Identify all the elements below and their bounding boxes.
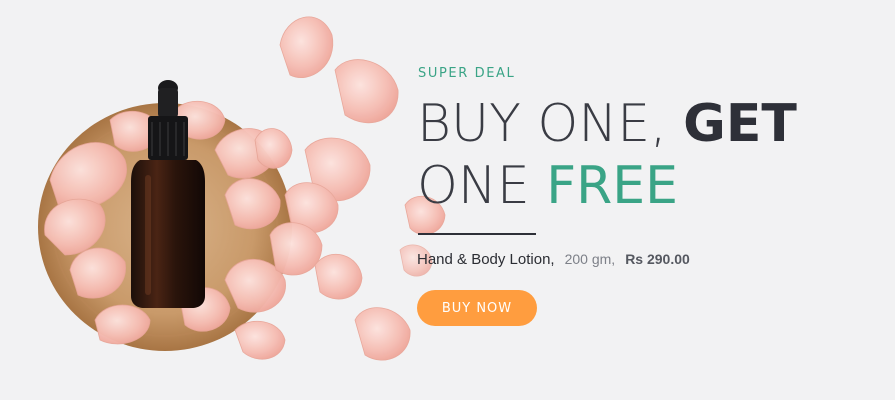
product-price: Rs 290.00 [625, 251, 690, 267]
headline-get: GET [683, 94, 797, 154]
promo-banner: SUPER DEAL BUY ONE, GET ONE FREE Hand & … [0, 0, 895, 400]
product-details: Hand & Body Lotion, 200 gm, Rs 290.00 [417, 251, 877, 268]
headline: BUY ONE, GET ONE FREE [417, 93, 877, 217]
headline-free: FREE [546, 156, 678, 216]
product-weight: 200 gm, [564, 251, 616, 267]
product-name: Hand & Body Lotion, [417, 251, 555, 268]
headline-line-1: BUY ONE, GET [417, 93, 877, 155]
headline-buy-one: BUY ONE, [417, 94, 667, 154]
divider [418, 233, 536, 235]
eyebrow-label: SUPER DEAL [418, 66, 516, 81]
headline-one: ONE [417, 156, 530, 216]
promo-content: SUPER DEAL BUY ONE, GET ONE FREE Hand & … [417, 60, 877, 326]
headline-line-2: ONE FREE [417, 155, 877, 217]
buy-now-button[interactable]: BUY NOW [417, 290, 537, 326]
